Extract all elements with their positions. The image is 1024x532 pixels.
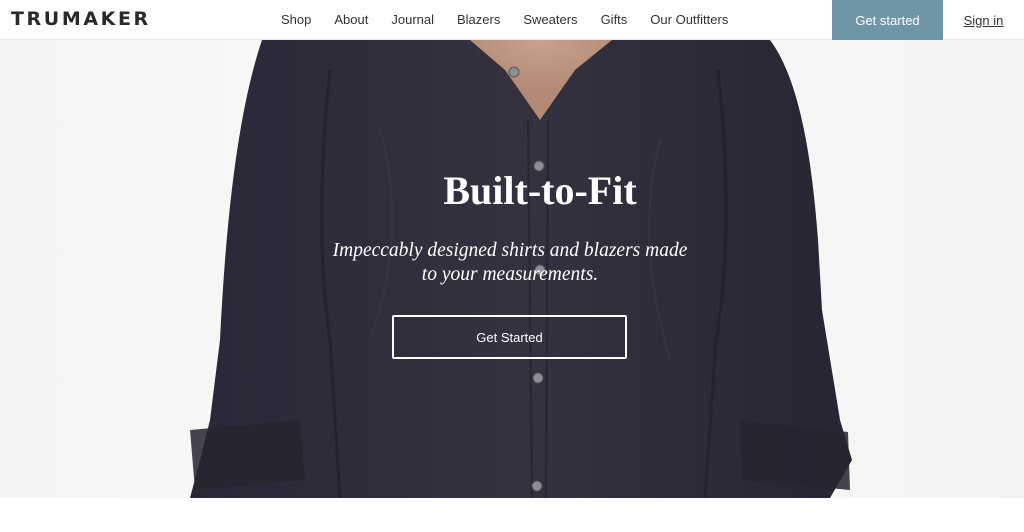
nav-item-our-outfitters[interactable]: Our Outfitters <box>650 0 728 40</box>
hero-get-started-button[interactable]: Get Started <box>392 315 627 359</box>
site-header: TRUMAKER Shop About Journal Blazers Swea… <box>0 0 1024 40</box>
below-hero-area <box>0 498 1024 532</box>
trumaker-logo[interactable]: TRUMAKER <box>11 9 151 29</box>
get-started-nav-button[interactable]: Get started <box>832 0 943 40</box>
hero-subtitle: Impeccably designed shirts and blazers m… <box>332 240 688 285</box>
nav-item-blazers[interactable]: Blazers <box>457 0 500 40</box>
hero-section: Built-to-Fit Impeccably designed shirts … <box>0 40 1024 498</box>
nav-item-journal[interactable]: Journal <box>391 0 434 40</box>
hero-title: Built-to-Fit <box>443 168 637 213</box>
nav-item-shop[interactable]: Shop <box>281 0 311 40</box>
nav-item-sweaters[interactable]: Sweaters <box>523 0 577 40</box>
nav-item-about[interactable]: About <box>334 0 368 40</box>
sign-in-link[interactable]: Sign in <box>943 0 1024 40</box>
nav-item-gifts[interactable]: Gifts <box>601 0 628 40</box>
main-nav: Shop About Journal Blazers Sweaters Gift… <box>281 0 728 40</box>
